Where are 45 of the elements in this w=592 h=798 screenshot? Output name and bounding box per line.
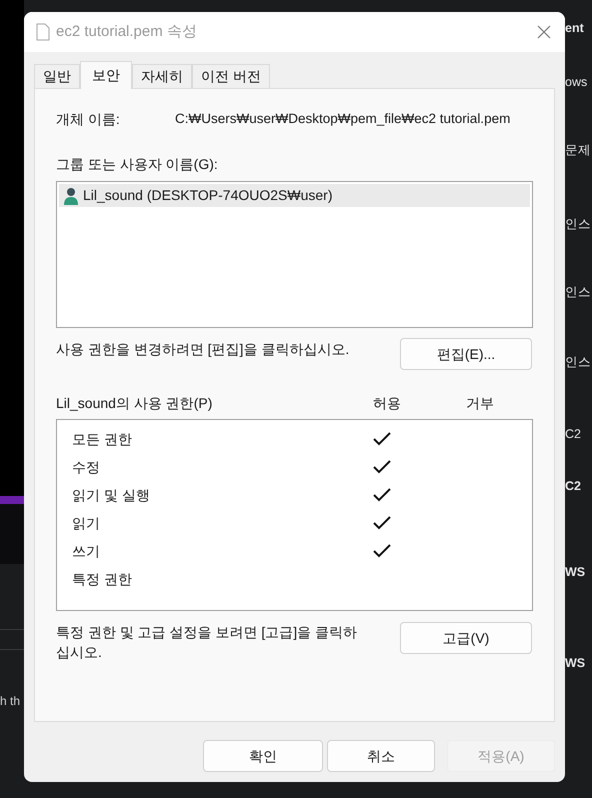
permission-name: 읽기 [72,514,101,532]
dialog-button[interactable]: 확인 [203,740,323,772]
background-text: 인스 [565,216,592,232]
checkmark-icon [373,516,391,530]
background-text: C2 [565,478,582,494]
user-item[interactable]: Lil_sound (DESKTOP-74OUO2S₩user) [59,184,530,207]
checkmark-icon [373,544,391,558]
permissions-label: Lil_sound의 사용 권한(P) [56,394,214,413]
background-text: WS [565,655,586,671]
dialog-button[interactable]: 편집(E)... [400,338,532,370]
object-path: C:₩Users₩user₩Desktop₩pem_file₩ec2 tutorial.pem [175,110,510,128]
permission-name: 수정 [72,458,101,476]
tab[interactable]: 자세히 [132,64,192,88]
permission-name: 읽기 및 실행 [72,486,151,504]
dialog-button[interactable]: 고급(V) [400,622,532,654]
permission-name: 특정 권한 [72,570,133,588]
background-text: ows [565,74,588,90]
file-icon [36,23,50,41]
permission-name: 쓰기 [72,542,101,560]
background-text: 문제 [565,142,592,158]
edit-hint: 사용 권한을 변경하려면 [편집]을 클릭하십시오. [56,340,350,359]
background-text: ent [565,20,585,36]
checkmark-icon [373,460,391,474]
allow-header: 허용 [373,394,402,413]
checkmark-icon [373,488,391,502]
user-icon [63,186,79,204]
tab[interactable]: 일반 [34,64,80,88]
checkmark-icon [373,432,391,446]
object-name-label: 개체 이름: [56,110,121,129]
background-text: 인스 [565,284,592,300]
tab[interactable]: 보안 [80,61,132,89]
advanced-hint: 특정 권한 및 고급 설정을 보려면 [고급]을 클릭하십시오. [56,623,358,662]
user-name: Lil_sound (DESKTOP-74OUO2S₩user) [83,186,332,205]
deny-header: 거부 [466,394,494,413]
background-text: WS [565,564,586,580]
accent-bar [0,496,24,504]
background-text: 인스 [565,354,592,370]
background-text: h th [0,693,22,710]
tab[interactable]: 이전 버전 [192,64,270,88]
background-text: C2 [565,426,582,442]
window-title: ec2 tutorial.pem 속성 [56,22,197,42]
permission-name: 모든 권한 [72,430,133,448]
close-icon[interactable] [537,25,551,39]
users-label: 그룹 또는 사용자 이름(G): [56,155,219,174]
dialog-button[interactable]: 취소 [327,740,435,772]
